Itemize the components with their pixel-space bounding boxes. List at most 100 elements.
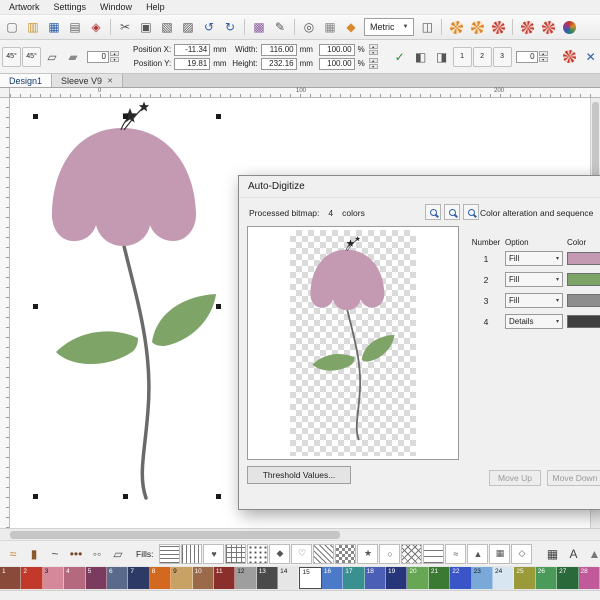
fill-circles-icon[interactable]: ○ [379, 543, 401, 564]
menu-artwork[interactable]: Artwork [2, 1, 47, 13]
spin-up-icon[interactable]: ▴ [110, 51, 119, 56]
option-dropdown[interactable]: Fill ▾ [505, 272, 563, 287]
selection-handle[interactable] [33, 494, 38, 499]
redo-icon[interactable]: ↻ [220, 17, 240, 37]
zoom-fit-icon[interactable] [463, 204, 479, 220]
pinwheel-icon-2[interactable] [538, 17, 558, 37]
fill-waves-icon[interactable]: ≈ [445, 543, 467, 564]
vector-mode-icon[interactable]: ▱ [108, 544, 128, 564]
fill-satin-icon[interactable] [181, 543, 203, 564]
palette-swatch-11[interactable]: 11 [213, 567, 236, 589]
palette-swatch-16[interactable]: 16 [321, 567, 344, 589]
rotate-angle-input[interactable]: 0 [87, 50, 109, 63]
hoop-layout-2-icon[interactable]: 2 [472, 46, 492, 67]
skew-right-icon[interactable]: ▰ [63, 47, 83, 67]
color-swatch[interactable] [567, 273, 600, 286]
fill-squares-icon[interactable]: ▦ [489, 543, 511, 564]
fill-lattice-icon[interactable] [313, 543, 335, 564]
palette-swatch-6[interactable]: 6 [106, 567, 129, 589]
fill-weave-icon[interactable] [225, 543, 247, 564]
scale-x-input[interactable]: 100.00 [318, 43, 355, 56]
option-dropdown[interactable]: Fill ▾ [505, 293, 563, 308]
candlewick-icon[interactable]: ••• [66, 544, 86, 564]
color-swatch[interactable] [567, 252, 600, 265]
selection-handle[interactable] [216, 114, 221, 119]
menu-settings[interactable]: Settings [47, 1, 94, 13]
clone-icon[interactable]: ▨ [178, 17, 198, 37]
option-dropdown[interactable]: Details ▾ [505, 314, 563, 329]
spin-down-icon[interactable]: ▾ [538, 57, 548, 62]
palette-swatch-1[interactable]: 1 [0, 567, 22, 589]
move-down-button[interactable]: Move Down [547, 470, 600, 486]
zoom-out-icon[interactable] [444, 204, 460, 220]
palette-swatch-2[interactable]: 2 [21, 567, 43, 589]
palette-swatch-7[interactable]: 7 [128, 567, 150, 589]
print-icon[interactable]: ▤ [65, 17, 85, 37]
fill-motif-hearts-icon[interactable]: ♥ [203, 543, 225, 564]
flower-design[interactable] [20, 100, 250, 520]
scale-y-input[interactable]: 100.00 [318, 57, 355, 70]
menu-window[interactable]: Window [93, 1, 139, 13]
palette-swatch-17[interactable]: 17 [343, 567, 365, 589]
horizontal-scrollbar-thumb[interactable] [10, 531, 340, 539]
stitch-cross-icon[interactable]: ✕ [581, 47, 600, 67]
palette-swatch-24[interactable]: 24 [492, 567, 515, 589]
palette-swatch-20[interactable]: 20 [407, 567, 429, 589]
insert-artwork-icon[interactable]: ▩ [249, 17, 269, 37]
palette-swatch-15[interactable]: 15 [299, 567, 322, 589]
overlap-distance-icon[interactable]: ◫ [417, 17, 437, 37]
position-y-input[interactable]: 19.81 [174, 57, 211, 70]
skew-left-icon[interactable]: ▱ [42, 47, 62, 67]
rotate-cw-45-icon[interactable]: 45° [22, 46, 41, 67]
offset-spinner[interactable]: ▴ ▾ [538, 51, 548, 62]
fill-stars-icon[interactable]: ★ [357, 543, 379, 564]
fill-checker-icon[interactable] [335, 543, 357, 564]
selection-handle[interactable] [123, 494, 128, 499]
show-hoop-icon[interactable]: ◎ [299, 17, 319, 37]
move-up-button[interactable]: Move Up [489, 470, 541, 486]
fill-dots-icon[interactable] [247, 543, 269, 564]
scale-y-spinner[interactable]: ▴ ▾ [368, 58, 378, 69]
undo-icon[interactable]: ↺ [199, 17, 219, 37]
palette-swatch-22[interactable]: 22 [450, 567, 472, 589]
palette-swatch-21[interactable]: 21 [428, 567, 451, 589]
selection-handle[interactable] [123, 114, 128, 119]
selection-handle[interactable] [216, 494, 221, 499]
fill-triangles-icon[interactable]: ▲ [467, 543, 489, 564]
palette-swatch-25[interactable]: 25 [514, 567, 536, 589]
fill-hearts-outline-icon[interactable]: ♡ [291, 543, 313, 564]
palette-swatch-4[interactable]: 4 [64, 567, 86, 589]
palette-swatch-27[interactable]: 27 [557, 567, 579, 589]
weave-program-icon[interactable]: ▦ [542, 544, 562, 564]
tab-design1[interactable]: Design1 [0, 74, 53, 87]
cut-icon[interactable]: ✂ [115, 17, 135, 37]
palette-swatch-5[interactable]: 5 [85, 567, 107, 589]
palette-swatch-14[interactable]: 14 [278, 567, 300, 589]
lettering-icon[interactable]: A [563, 544, 583, 564]
save-design-icon[interactable]: ▦ [44, 17, 64, 37]
edit-artwork-icon[interactable]: ✎ [270, 17, 290, 37]
send-to-machine-icon[interactable]: ◈ [86, 17, 106, 37]
pinwheel-icon-3[interactable] [559, 17, 579, 37]
palette-swatch-13[interactable]: 13 [256, 567, 279, 589]
zoom-in-icon[interactable] [425, 204, 441, 220]
mirror-y-icon[interactable]: ◨ [432, 47, 452, 67]
gradient-fill-icon[interactable]: ▲ [584, 544, 600, 564]
spin-up-icon[interactable]: ▴ [368, 58, 378, 63]
selection-handle[interactable] [33, 304, 38, 309]
mirror-x-icon[interactable]: ◧ [411, 47, 431, 67]
palette-swatch-19[interactable]: 19 [386, 567, 408, 589]
copy-icon[interactable]: ▣ [136, 17, 156, 37]
fill-tatami-icon[interactable] [159, 543, 181, 564]
palette-swatch-28[interactable]: 28 [578, 567, 600, 589]
height-input[interactable]: 232.16 [260, 57, 297, 70]
tab-close-icon[interactable]: ✕ [107, 77, 113, 85]
satin-line-icon[interactable]: ▮ [24, 544, 44, 564]
spin-down-icon[interactable]: ▾ [110, 57, 119, 62]
apply-transform-icon[interactable]: ✓ [390, 47, 410, 67]
horizontal-scrollbar[interactable] [0, 528, 600, 540]
palette-swatch-12[interactable]: 12 [235, 567, 257, 589]
spin-down-icon[interactable]: ▾ [368, 50, 378, 55]
threshold-values-button[interactable]: Threshold Values... [247, 466, 351, 484]
paste-icon[interactable]: ▧ [157, 17, 177, 37]
